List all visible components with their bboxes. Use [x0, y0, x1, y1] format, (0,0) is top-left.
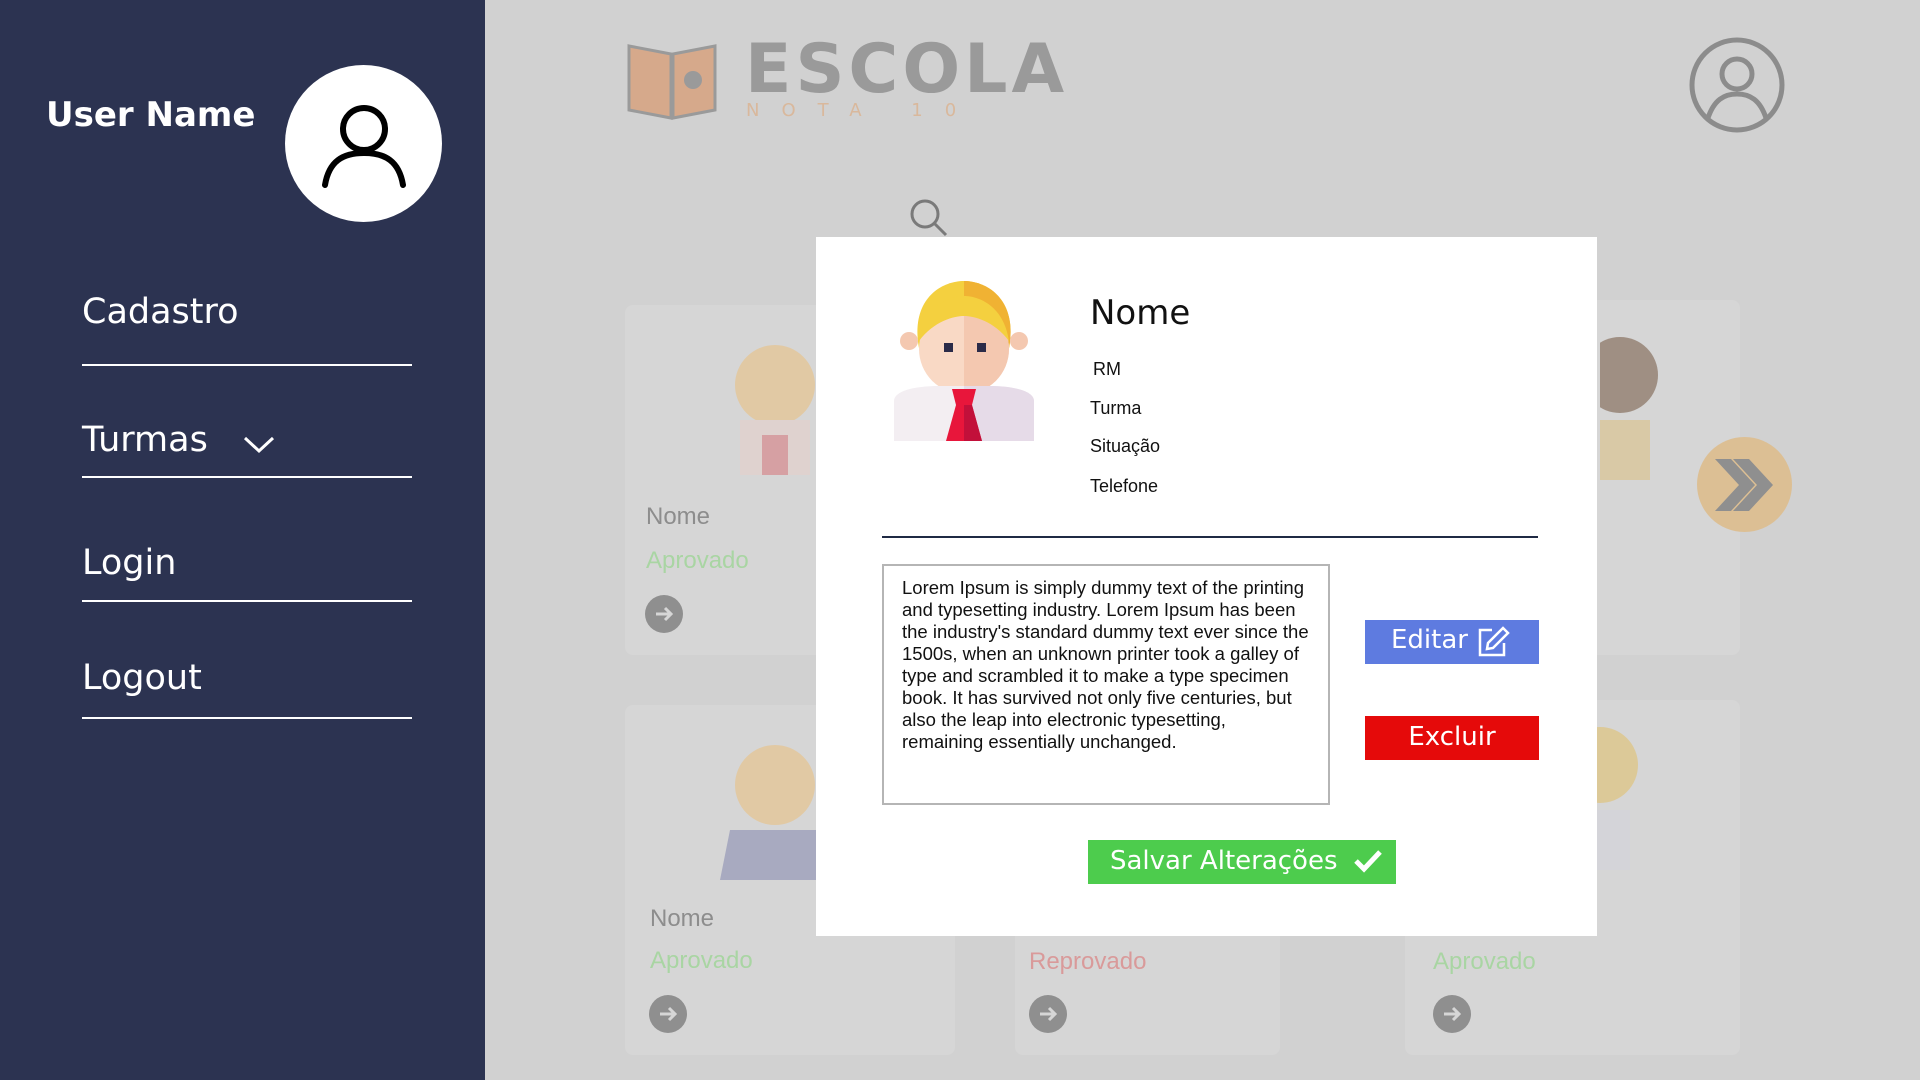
delete-button[interactable]: Excluir: [1365, 716, 1539, 760]
profile-icon[interactable]: [1688, 36, 1786, 134]
student-status: Aprovado: [1433, 948, 1536, 975]
student-status: Aprovado: [646, 547, 749, 574]
rm-label: RM: [1093, 359, 1121, 379]
book-logo-icon: [627, 44, 717, 120]
open-button[interactable]: [645, 595, 683, 633]
sidebar-item-label: Logout: [82, 658, 202, 698]
situacao-label: Situação: [1090, 436, 1161, 456]
student-name: Nome: [646, 503, 711, 530]
logo-subtitle: NOTA 10: [746, 100, 979, 121]
student-detail-modal: Nome RM Turma Situação Telefone Lorem Ip…: [816, 237, 1597, 936]
student-status: Aprovado: [650, 947, 753, 974]
divider: [82, 364, 412, 366]
sidebar-item-label: Login: [82, 543, 177, 583]
telefone-label: Telefone: [1090, 476, 1159, 496]
student-avatar: [735, 345, 815, 475]
sidebar-item-label: Cadastro: [82, 292, 239, 332]
arrow-right-icon: [1444, 1006, 1462, 1022]
student-avatar: [720, 745, 830, 880]
arrow-right-icon: [656, 606, 674, 622]
student-status: Reprovado: [1029, 948, 1147, 975]
student-name: Nome: [1090, 293, 1191, 333]
description-textarea[interactable]: Lorem Ipsum is simply dummy text of the …: [882, 564, 1330, 805]
chevron-down-icon[interactable]: [242, 434, 276, 456]
search-icon[interactable]: [909, 198, 949, 238]
check-icon: [1354, 850, 1382, 873]
sidebar: User Name Cadastro Turmas Login Logout: [0, 0, 485, 1080]
save-changes-button[interactable]: Salvar Alterações: [1088, 840, 1396, 884]
divider: [82, 600, 412, 602]
next-page-button[interactable]: [1697, 437, 1792, 532]
student-card[interactable]: Nome Aprovado: [625, 305, 825, 655]
student-avatar: [894, 281, 1034, 441]
sidebar-item-logout[interactable]: Logout: [82, 658, 412, 719]
delete-button-label: Excluir: [1408, 722, 1496, 752]
arrow-right-icon: [1040, 1006, 1058, 1022]
save-button-label: Salvar Alterações: [1110, 846, 1338, 876]
turma-label: Turma: [1090, 398, 1142, 418]
student-name: Nome: [650, 905, 715, 932]
student-avatar: [1600, 337, 1658, 480]
avatar[interactable]: [285, 65, 442, 222]
sidebar-item-cadastro[interactable]: Cadastro: [82, 292, 412, 366]
logo-title: ESCOLA: [745, 30, 1069, 109]
edit-button[interactable]: Editar: [1365, 620, 1539, 664]
sidebar-item-turmas[interactable]: Turmas: [82, 420, 412, 478]
open-button[interactable]: [1029, 995, 1067, 1033]
sidebar-item-login[interactable]: Login: [82, 543, 412, 602]
open-button[interactable]: [1433, 995, 1471, 1033]
divider: [82, 476, 412, 478]
arrow-right-icon: [660, 1006, 678, 1022]
user-name: User Name: [46, 95, 256, 135]
divider: [82, 717, 412, 719]
edit-button-label: Editar: [1391, 625, 1468, 655]
double-chevron-right-icon: [1715, 459, 1773, 511]
open-button[interactable]: [649, 995, 687, 1033]
divider: [882, 536, 1538, 538]
edit-icon: [1478, 626, 1510, 657]
user-icon: [322, 105, 406, 188]
